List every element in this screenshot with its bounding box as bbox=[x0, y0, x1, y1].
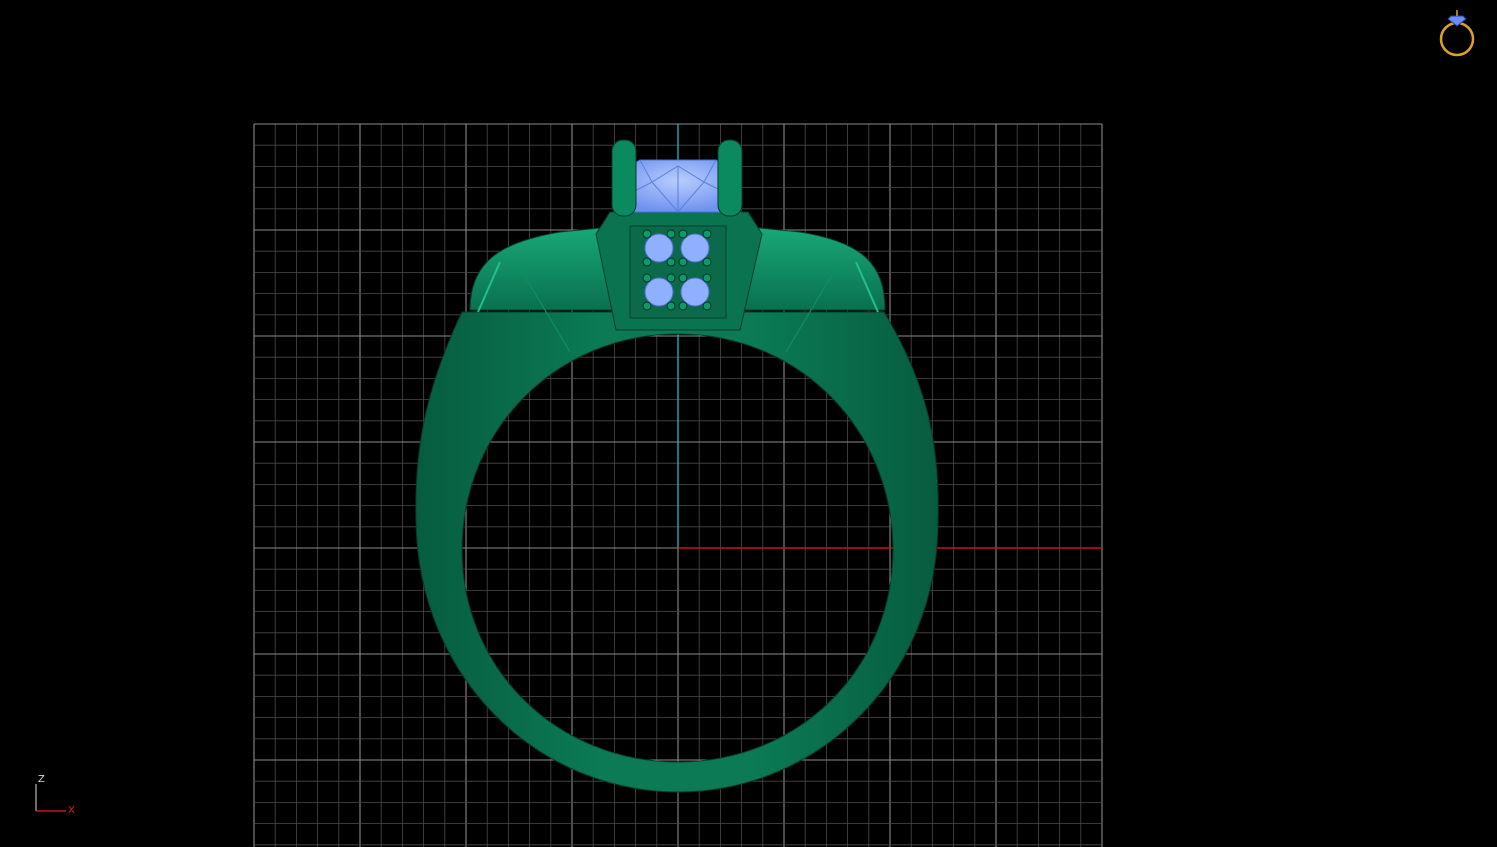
pave-bead bbox=[678, 229, 688, 239]
pave-bead bbox=[678, 273, 688, 283]
pave-bead bbox=[642, 273, 652, 283]
pave-stone bbox=[644, 233, 674, 263]
pave-bead bbox=[678, 301, 688, 311]
ring-model[interactable] bbox=[415, 139, 939, 793]
3d-viewport[interactable]: Z X bbox=[0, 0, 1497, 847]
pave-bead bbox=[702, 229, 712, 239]
prong-right bbox=[717, 139, 743, 217]
pave-bead bbox=[666, 301, 676, 311]
pave-stone bbox=[644, 277, 674, 307]
pave-stone bbox=[680, 277, 710, 307]
axis-x-label: X bbox=[68, 805, 75, 816]
pave-bead bbox=[702, 273, 712, 283]
pave-bead bbox=[642, 229, 652, 239]
pave-stone bbox=[680, 233, 710, 263]
prong-left bbox=[611, 139, 637, 217]
pave-bead bbox=[666, 257, 676, 267]
pave-bead bbox=[678, 257, 688, 267]
pave-bead bbox=[702, 257, 712, 267]
pave-bead bbox=[666, 229, 676, 239]
pave-bead bbox=[702, 301, 712, 311]
pave-bead bbox=[666, 273, 676, 283]
pave-bead bbox=[642, 257, 652, 267]
axis-z-label: Z bbox=[38, 774, 45, 785]
ring-shank[interactable] bbox=[415, 311, 939, 793]
axis-triad: Z X bbox=[35, 774, 75, 816]
pave-bead bbox=[642, 301, 652, 311]
ring-icon[interactable] bbox=[1439, 10, 1475, 57]
